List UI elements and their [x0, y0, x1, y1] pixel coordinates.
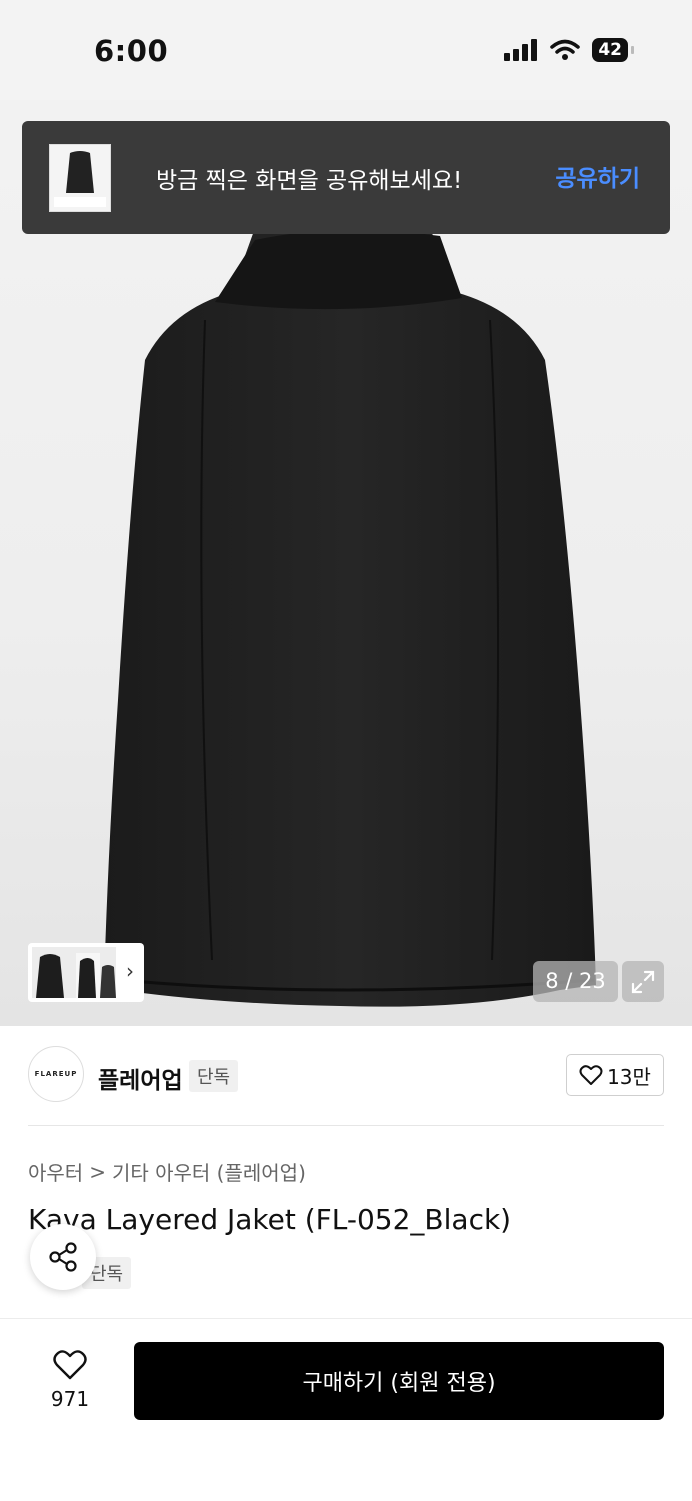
battery-tip	[631, 46, 634, 54]
product-title: Kava Layered Jaket (FL-052_Black)	[28, 1203, 512, 1236]
brand-logo[interactable]: FLAREUP	[28, 1046, 84, 1102]
battery-indicator: 42	[592, 38, 628, 62]
exclusive-badge: 단독	[189, 1060, 239, 1092]
share-button[interactable]	[30, 1224, 96, 1290]
brand-like-button[interactable]: 13만	[566, 1054, 664, 1096]
wishlist-count: 971	[50, 1387, 90, 1411]
brand-name[interactable]: 플레어업	[98, 1061, 183, 1095]
thumbnail-strip[interactable]: ›	[28, 943, 144, 1002]
heart-icon	[53, 1350, 87, 1380]
breadcrumb-category[interactable]: 아우터	[28, 1157, 83, 1186]
share-icon	[49, 1242, 77, 1272]
screenshot-thumbnail	[49, 144, 111, 212]
signal-icon	[504, 39, 538, 61]
breadcrumb-subcategory[interactable]: 기타 아우터 (플레어업)	[112, 1157, 306, 1186]
toast-message: 방금 찍은 화면을 공유해보세요!	[156, 168, 463, 194]
expand-image-button[interactable]	[622, 961, 664, 1002]
divider	[28, 1125, 664, 1126]
status-time: 6:00	[94, 34, 169, 68]
screenshot-share-toast: 방금 찍은 화면을 공유해보세요! 공유하기	[22, 121, 670, 234]
wifi-icon	[550, 39, 581, 60]
thumbnail-preview	[32, 947, 116, 998]
status-icons: 42	[504, 38, 634, 62]
brand-row: FLAREUP 플레어업 단독 13만	[28, 1045, 664, 1105]
chevron-right-icon: ›	[126, 959, 134, 983]
brand-like-count: 13만	[607, 1064, 651, 1089]
expand-icon	[631, 970, 655, 993]
image-page-counter: 8 / 23	[533, 961, 618, 1002]
bottom-action-bar: 971 구매하기 (회원 전용)	[0, 1318, 692, 1501]
breadcrumb: 아우터 > 기타 아우터 (플레어업)	[28, 1157, 306, 1186]
breadcrumb-separator: >	[89, 1159, 106, 1184]
buy-button[interactable]: 구매하기 (회원 전용)	[134, 1342, 664, 1420]
share-action-button[interactable]: 공유하기	[555, 159, 640, 193]
status-bar: 6:00 42	[0, 0, 692, 100]
wishlist-button[interactable]: 971	[40, 1349, 100, 1411]
heart-icon	[579, 1065, 603, 1085]
